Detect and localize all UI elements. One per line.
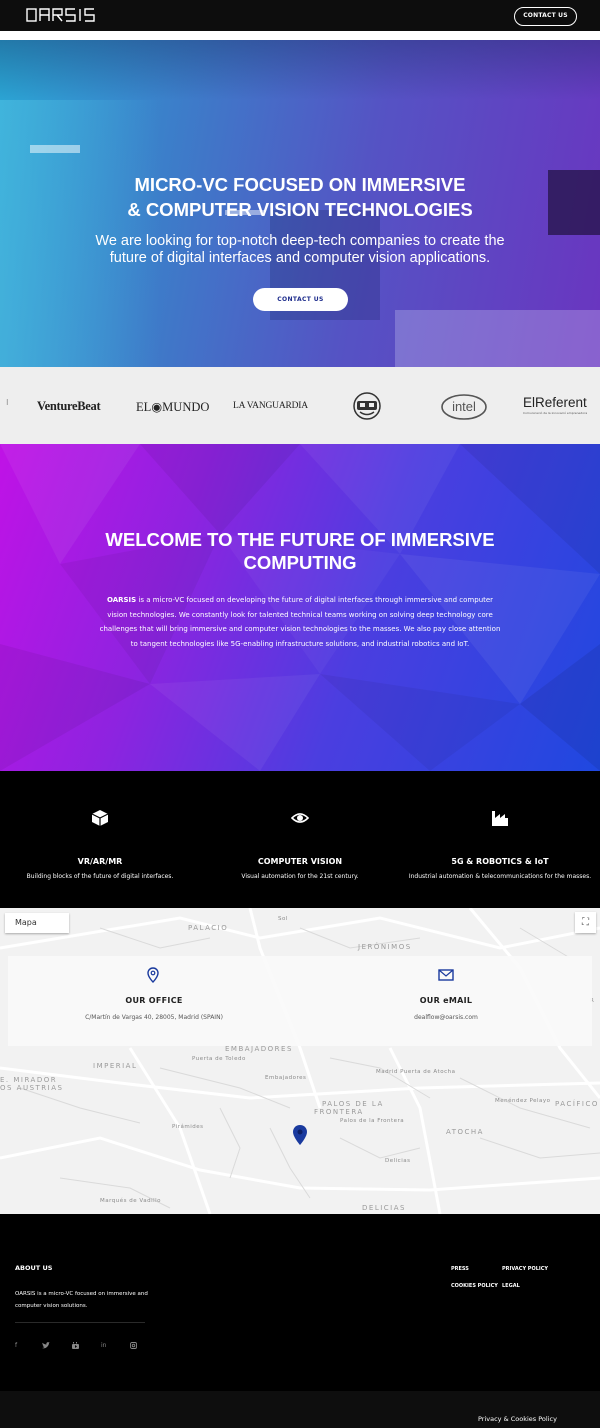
map-label-austrias: OS AUSTRIAS [0,1084,64,1092]
welcome-title: WELCOME TO THE FUTURE OF IMMERSIVE COMPU… [105,529,495,573]
email-title: OUR eMAIL [419,996,473,1005]
elreferent-tagline: Comunicació de la innovació emprenedora [523,411,588,415]
map-label-atocha: ATOCHA [446,1128,484,1136]
cube-icon [91,809,109,827]
office-title: OUR OFFICE [125,996,183,1005]
footer-link-cookies[interactable]: COOKIES POLICY [451,1283,498,1289]
map-type-toggle[interactable]: Mapa [5,913,69,933]
footer-link-privacy[interactable]: PRIVACY POLICY [502,1266,548,1272]
map-label-pacifico: PACÍFICO [555,1100,599,1108]
map-label-piramides: Pirámides [172,1124,204,1130]
map-label-delicias-st: Delicias [385,1158,411,1164]
map-roads [0,908,600,1214]
map-label-palacio: PALACIO [188,924,229,932]
elreferent-logo[interactable]: ElReferent [523,395,587,410]
footer-link-press[interactable]: PRESS [451,1266,469,1272]
fullscreen-icon[interactable]: ⛶ [575,912,596,933]
footer-about-title: ABOUT US [15,1264,53,1272]
map-label-puerta-toledo: Puerta de Toledo [192,1056,246,1062]
map-label-delicias: DELICIAS [362,1204,406,1212]
map-label-palos: PALOS DE LA [322,1100,384,1108]
top-navbar: CONTACT US [0,0,600,31]
hero-title: MICRO-VC FOCUSED ON IMMERSIVE & COMPUTER… [127,174,473,220]
lavanguardia-logo[interactable]: LA VANGUARDIA [233,401,308,411]
bottom-bar: Privacy & Cookies Policy [0,1391,600,1428]
privacy-cookies-link[interactable]: Privacy & Cookies Policy [478,1415,557,1423]
intel-logo[interactable]: intel [440,392,488,422]
map-label-embajadores: EMBAJADORES [225,1045,293,1053]
location-map[interactable]: Mapa ⛶ PALACIO Sol JERÓNIMOS R EMBAJADOR… [0,908,600,1214]
map-label-palos-st: Palos de la Frontera [340,1118,405,1124]
venturebeat-logo[interactable]: VentureBeat [37,399,101,414]
footer-divider [15,1322,145,1323]
office-address: C/Martín de Vargas 40, 28005, Madrid (SP… [85,1014,223,1021]
instagram-icon[interactable] [130,1342,137,1351]
feature-vr-ar-mr: VR/AR/MR Building blocks of the future o… [0,771,200,908]
welcome-description: OARSIS is a micro-VC focused on developi… [99,596,501,648]
footer-link-legal[interactable]: LEGAL [502,1283,520,1289]
map-label-mirador: E. MIRADOR [0,1076,58,1084]
eye-icon [290,809,310,827]
location-pin-icon[interactable] [293,1125,307,1145]
contact-info-band: OUR OFFICE C/Martín de Vargas 40, 28005,… [8,956,592,1046]
feature-5g-robotics-iot: 5G & ROBOTICS & IoT Industrial automatio… [400,771,600,908]
envelope-icon [438,967,454,983]
map-label-madrid-atocha: Madrid Puerta de Atocha [376,1069,456,1075]
footer-about-text: OARSIS is a micro-VC focused on immersiv… [15,1291,148,1309]
map-label-menendez: Menéndez Pelayo [495,1098,551,1104]
map-label-marques: Marqués de Vadillo [100,1198,162,1204]
facebook-icon[interactable]: f [15,1342,17,1349]
elmundo-logo[interactable]: EL◉MUNDO [136,399,209,415]
feature-computer-vision: COMPUTER VISION Visual automation for th… [200,771,400,908]
map-label-sol: Sol [278,916,288,922]
svg-text:intel: intel [452,399,476,414]
map-label-embajadores-st: Embajadores [265,1075,307,1081]
footer: ABOUT US OARSIS is a micro-VC focused on… [0,1214,600,1391]
vr-headset-logo[interactable] [352,391,382,421]
youtube-icon[interactable] [72,1342,79,1351]
twitter-icon[interactable] [42,1342,50,1351]
nav-contact-button[interactable]: CONTACT US [514,7,577,26]
map-label-jeronimos: JERÓNIMOS [358,943,412,951]
oarsis-logo[interactable] [26,7,98,27]
carousel-dot[interactable]: ⁝ [6,398,9,407]
factory-icon [491,809,509,827]
hero-section: MICRO-VC FOCUSED ON IMMERSIVE & COMPUTER… [0,40,600,367]
features-section: VR/AR/MR Building blocks of the future o… [0,771,600,908]
logo-wordmark [26,8,95,22]
email-address[interactable]: dealflow@oarsis.com [326,1014,566,1021]
linkedin-icon[interactable]: in [101,1342,106,1349]
hero-contact-button[interactable]: CONTACT US [253,288,348,311]
map-marker-icon [145,967,161,983]
welcome-brand: OARSIS [106,596,137,604]
welcome-section: WELCOME TO THE FUTURE OF IMMERSIVE COMPU… [0,444,600,771]
hero-subtitle: We are looking for top-notch deep-tech c… [95,233,505,266]
map-label-frontera: FRONTERA [314,1108,364,1116]
press-logos-strip: ⁝ VentureBeat EL◉MUNDO LA VANGUARDIA int… [0,367,600,444]
map-label-imperial: IMPERIAL [93,1062,138,1070]
